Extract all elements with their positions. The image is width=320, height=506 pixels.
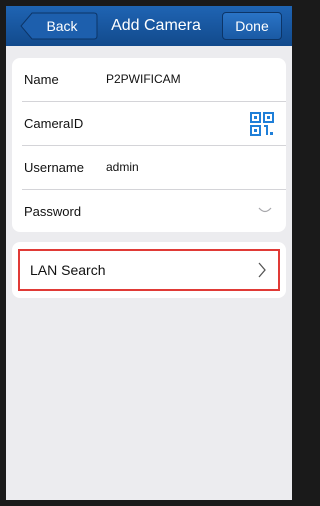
password-row[interactable]: Password	[12, 190, 286, 233]
username-row[interactable]: Username admin	[12, 146, 286, 189]
chevron-down-icon[interactable]	[258, 207, 272, 215]
name-field[interactable]: P2PWIFICAM	[106, 58, 181, 101]
chevron-right-icon	[258, 262, 266, 278]
lan-search-card: LAN Search	[12, 242, 286, 298]
lan-search-button[interactable]: LAN Search	[18, 249, 280, 291]
password-label: Password	[24, 204, 82, 219]
username-label: Username	[24, 160, 84, 175]
name-label: Name	[24, 72, 59, 87]
camera-id-row[interactable]: CameraID	[12, 102, 286, 145]
done-button[interactable]: Done	[222, 12, 282, 40]
back-button-label: Back	[46, 18, 78, 34]
page-title: Add Camera	[111, 17, 201, 34]
back-button[interactable]: Back	[20, 12, 98, 40]
app-screen: Back Add Camera Done Name P2PWIFICAM Cam…	[6, 6, 292, 500]
name-row[interactable]: Name P2PWIFICAM	[12, 58, 286, 101]
camera-id-label: CameraID	[24, 116, 84, 131]
camera-form: Name P2PWIFICAM CameraID Username admin	[12, 58, 286, 232]
qr-code-icon[interactable]	[250, 112, 274, 136]
navigation-bar: Back Add Camera Done	[6, 6, 292, 46]
username-field[interactable]: admin	[106, 146, 139, 189]
lan-search-label: LAN Search	[30, 262, 106, 278]
